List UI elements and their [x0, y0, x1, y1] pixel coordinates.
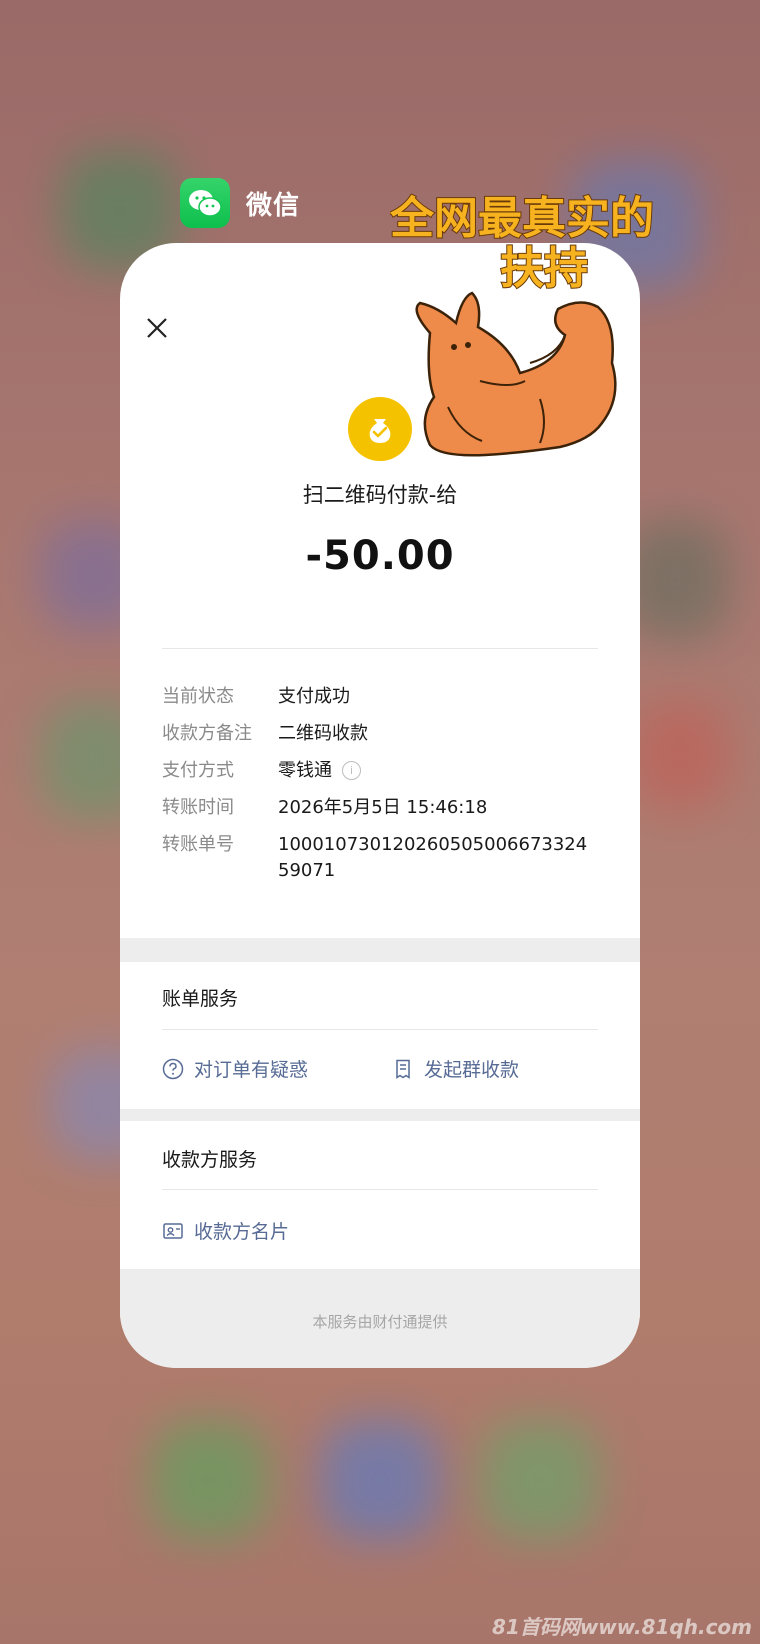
bill-service-title: 账单服务 — [162, 988, 239, 1010]
detail-value: 支付成功 — [278, 686, 350, 707]
detail-label: 当前状态 — [162, 686, 234, 707]
question-icon — [162, 1058, 184, 1079]
detail-payment-method: 支付方式 零钱通 i — [162, 758, 602, 784]
detail-status: 当前状态 支付成功 — [162, 684, 602, 710]
question-order-label: 对订单有疑惑 — [194, 1059, 309, 1081]
detail-value: 二维码收款 — [278, 723, 368, 744]
payee-card-link[interactable]: 收款方名片 — [162, 1217, 289, 1244]
divider — [162, 1029, 598, 1030]
detail-payee-note: 收款方备注 二维码收款 — [162, 721, 602, 747]
detail-transfer-number: 转账单号 10001073012026050500667332459071 — [162, 832, 602, 884]
section-separator — [120, 1109, 640, 1121]
payee-service-title: 收款方服务 — [162, 1149, 258, 1171]
divider — [162, 648, 598, 649]
detail-label: 转账单号 — [162, 834, 234, 855]
detail-value: 2026年5月5日 15:46:18 — [278, 797, 488, 818]
business-card-icon — [163, 1222, 183, 1239]
payment-amount: -50.00 — [305, 533, 455, 579]
group-collect-label: 发起群收款 — [424, 1059, 520, 1081]
close-icon[interactable] — [142, 313, 172, 343]
background-blur — [480, 1420, 600, 1540]
footer-provider-text: 本服务由财付通提供 — [312, 1313, 448, 1331]
info-icon[interactable]: i — [342, 761, 361, 780]
document-icon — [396, 1059, 410, 1079]
payee-card-label: 收款方名片 — [194, 1221, 290, 1243]
section-separator — [120, 938, 640, 962]
detail-transfer-time: 转账时间 2026年5月5日 15:46:18 — [162, 795, 602, 821]
wechat-icon[interactable] — [180, 178, 230, 228]
detail-value: 零钱通 — [278, 760, 332, 781]
detail-label: 支付方式 — [162, 760, 234, 781]
background-blur — [630, 700, 730, 810]
app-name: 微信 — [246, 190, 301, 221]
divider — [162, 1189, 598, 1190]
background-blur — [150, 1420, 270, 1540]
detail-label: 转账时间 — [162, 797, 234, 818]
app-switcher-header[interactable]: 微信 — [180, 178, 300, 228]
merchant-title: 扫二维码付款-给 — [302, 483, 458, 507]
coin-bag-check-icon — [348, 397, 412, 461]
watermark: 81首码网www.81qh.com — [492, 1615, 752, 1639]
detail-label: 收款方备注 — [162, 723, 252, 744]
detail-value: 10001073012026050500667332459071 — [278, 834, 588, 881]
group-collect-link[interactable]: 发起群收款 — [392, 1055, 519, 1082]
background-blur — [320, 1420, 440, 1540]
question-order-link[interactable]: 对订单有疑惑 — [162, 1055, 308, 1082]
payment-receipt-card: 扫二维码付款-给 -50.00 当前状态 支付成功 收款方备注 二维码收款 支付… — [120, 243, 640, 1368]
